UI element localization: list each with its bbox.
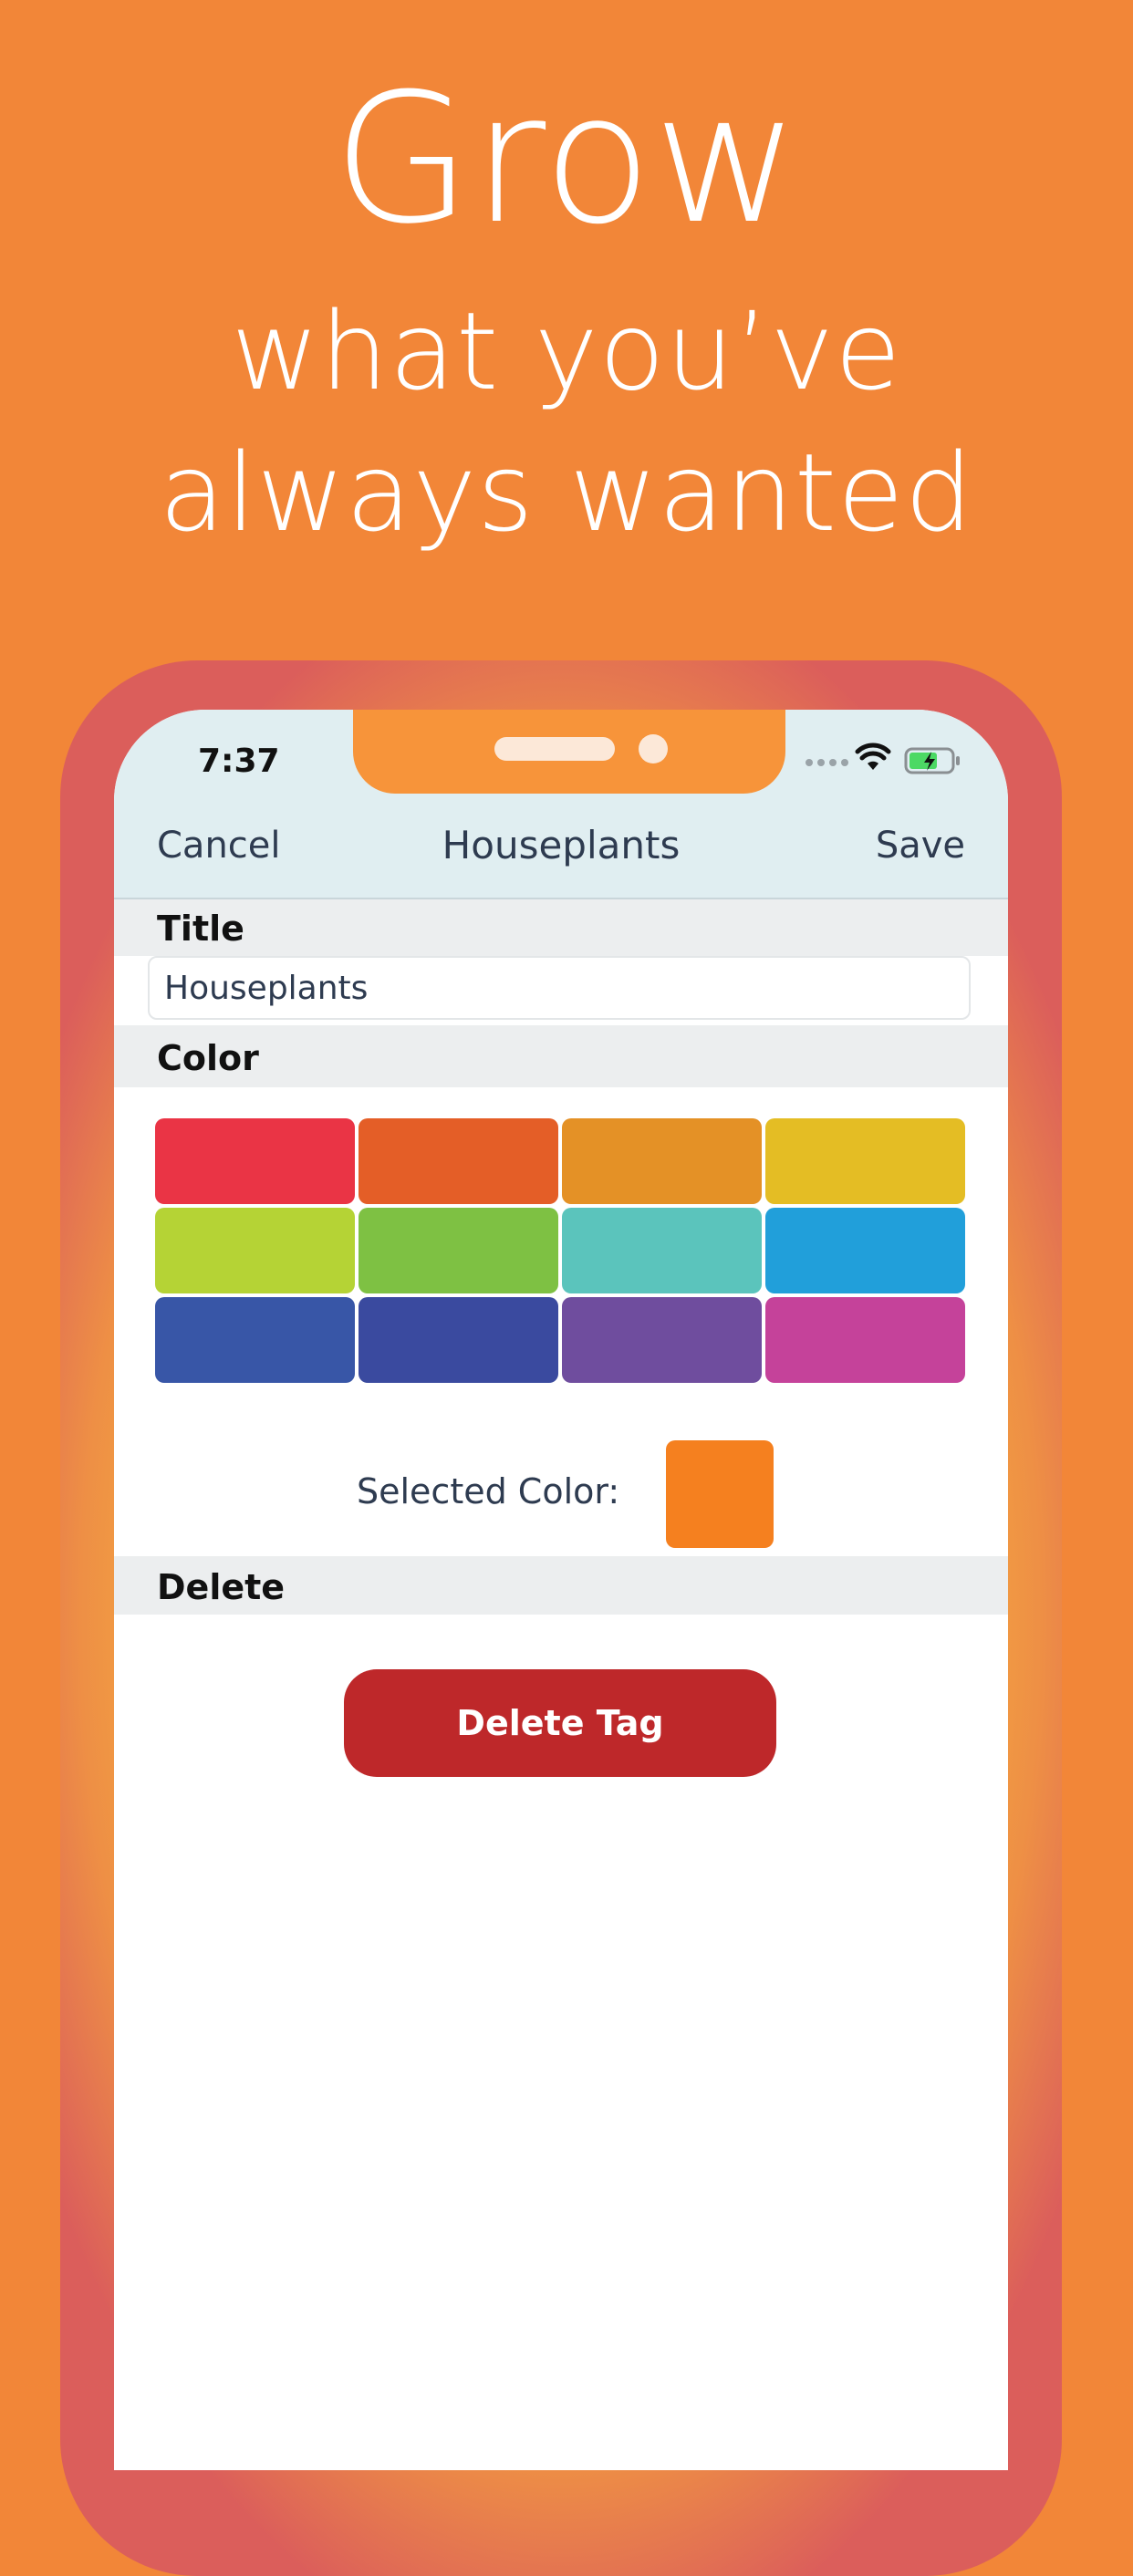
battery-charging-icon (904, 747, 960, 774)
color-swatch-3[interactable] (562, 1118, 762, 1204)
color-swatch-9[interactable] (155, 1297, 355, 1383)
color-swatch-6[interactable] (359, 1208, 558, 1293)
color-swatch-11[interactable] (562, 1297, 762, 1383)
headline-line-2: what you’ve (231, 288, 902, 414)
headline-line-3: always wanted (159, 430, 974, 556)
cellular-signal-icon (806, 759, 848, 766)
color-swatch-1[interactable] (155, 1118, 355, 1204)
speaker-grille (494, 737, 615, 761)
color-swatch-8[interactable] (765, 1208, 965, 1293)
color-swatch-7[interactable] (562, 1208, 762, 1293)
wifi-icon (855, 743, 891, 770)
color-swatch-10[interactable] (359, 1297, 558, 1383)
headline-grow: Grow (332, 56, 801, 264)
status-time: 7:37 (198, 743, 280, 780)
save-button[interactable]: Save (876, 825, 965, 867)
color-section-label: Color (157, 1038, 259, 1078)
delete-section-header: Delete (114, 1556, 1008, 1615)
selected-color-swatch (666, 1440, 774, 1548)
color-swatch-12[interactable] (765, 1297, 965, 1383)
delete-tag-button[interactable]: Delete Tag (344, 1669, 776, 1777)
color-swatch-4[interactable] (765, 1118, 965, 1204)
title-section-header: Title (114, 899, 1008, 956)
navigation-bar: 7:37 Cancel Houseplants Save (114, 710, 1008, 899)
phone-screen: 7:37 Cancel Houseplants Save Title Color… (114, 710, 1008, 2470)
page-title: Houseplants (442, 823, 681, 867)
title-input[interactable] (148, 956, 971, 1020)
device-notch (353, 710, 785, 794)
color-swatch-2[interactable] (359, 1118, 558, 1204)
color-section-header: Color (114, 1025, 1008, 1087)
front-camera (639, 734, 668, 763)
delete-section-label: Delete (157, 1567, 286, 1607)
color-swatch-5[interactable] (155, 1208, 355, 1293)
color-swatch-grid (155, 1118, 965, 1383)
title-section-label: Title (157, 909, 244, 949)
selected-color-label: Selected Color: (357, 1471, 620, 1511)
